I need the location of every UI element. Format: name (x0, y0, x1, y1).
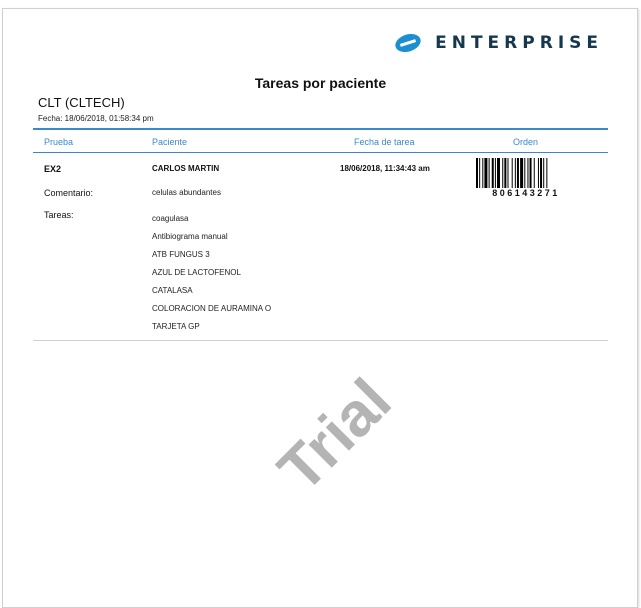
barcode-bar (504, 158, 507, 188)
task-item: CATALASA (152, 286, 193, 295)
barcode-bar (543, 158, 545, 188)
header-rule-bottom (33, 152, 608, 153)
column-header-orden: Orden (513, 137, 539, 147)
barcode-bar (516, 158, 519, 188)
barcode-bar (491, 158, 494, 188)
task-item: COLORACION DE AURAMINA O (152, 304, 272, 313)
barcode-bar (527, 158, 529, 188)
task-item: coagulasa (152, 214, 189, 223)
barcode-bar (524, 158, 526, 188)
task-date: 18/06/2018, 11:34:43 am (340, 164, 430, 173)
barcode-bar (533, 158, 535, 188)
barcode-bar (546, 158, 548, 188)
report-title: Tareas por paciente (254, 75, 387, 91)
barcode-bar (537, 158, 539, 188)
barcode-bar (482, 158, 484, 188)
enterprise-logo: ENTERPRISE (393, 33, 603, 53)
barcode-bar (488, 158, 490, 188)
order-barcode (476, 158, 548, 188)
comment-label: Comentario: (44, 188, 94, 198)
logo-text: ENTERPRISE (435, 33, 603, 53)
column-header-prueba: Prueba (44, 137, 74, 147)
barcode-bar (502, 158, 504, 188)
barcode-bar (540, 158, 543, 188)
barcode-bar (529, 158, 532, 188)
barcode-bar (484, 158, 488, 188)
lab-name: CLT (CLTECH) (38, 95, 125, 110)
enterprise-e-icon (395, 33, 421, 53)
tasks-label: Tareas: (44, 210, 74, 220)
barcode-bar (494, 158, 496, 188)
barcode-bar (507, 158, 509, 188)
order-number: 806143271 (492, 188, 560, 198)
test-code: EX2 (44, 164, 62, 174)
task-item: Antibiograma manual (152, 232, 228, 241)
task-item: ATB FUNGUS 3 (152, 250, 210, 259)
barcode-bar (520, 158, 524, 188)
report-date: Fecha: 18/06/2018, 01:58:34 pm (38, 114, 154, 123)
barcode-bar (497, 158, 500, 188)
task-item: TARJETA GP (152, 322, 200, 331)
section-divider (33, 340, 608, 341)
barcode-bar (479, 158, 481, 188)
comment-text: celulas abundantes (152, 188, 221, 197)
barcode-bar (514, 158, 516, 188)
barcode-bar (476, 158, 478, 188)
task-item: AZUL DE LACTOFENOL (152, 268, 241, 277)
patient-name: CARLOS MARTIN (152, 164, 220, 173)
barcode-bar (511, 158, 513, 188)
header-rule-top (33, 128, 608, 130)
column-header-fecha: Fecha de tarea (354, 137, 415, 147)
column-header-paciente: Paciente (152, 137, 188, 147)
